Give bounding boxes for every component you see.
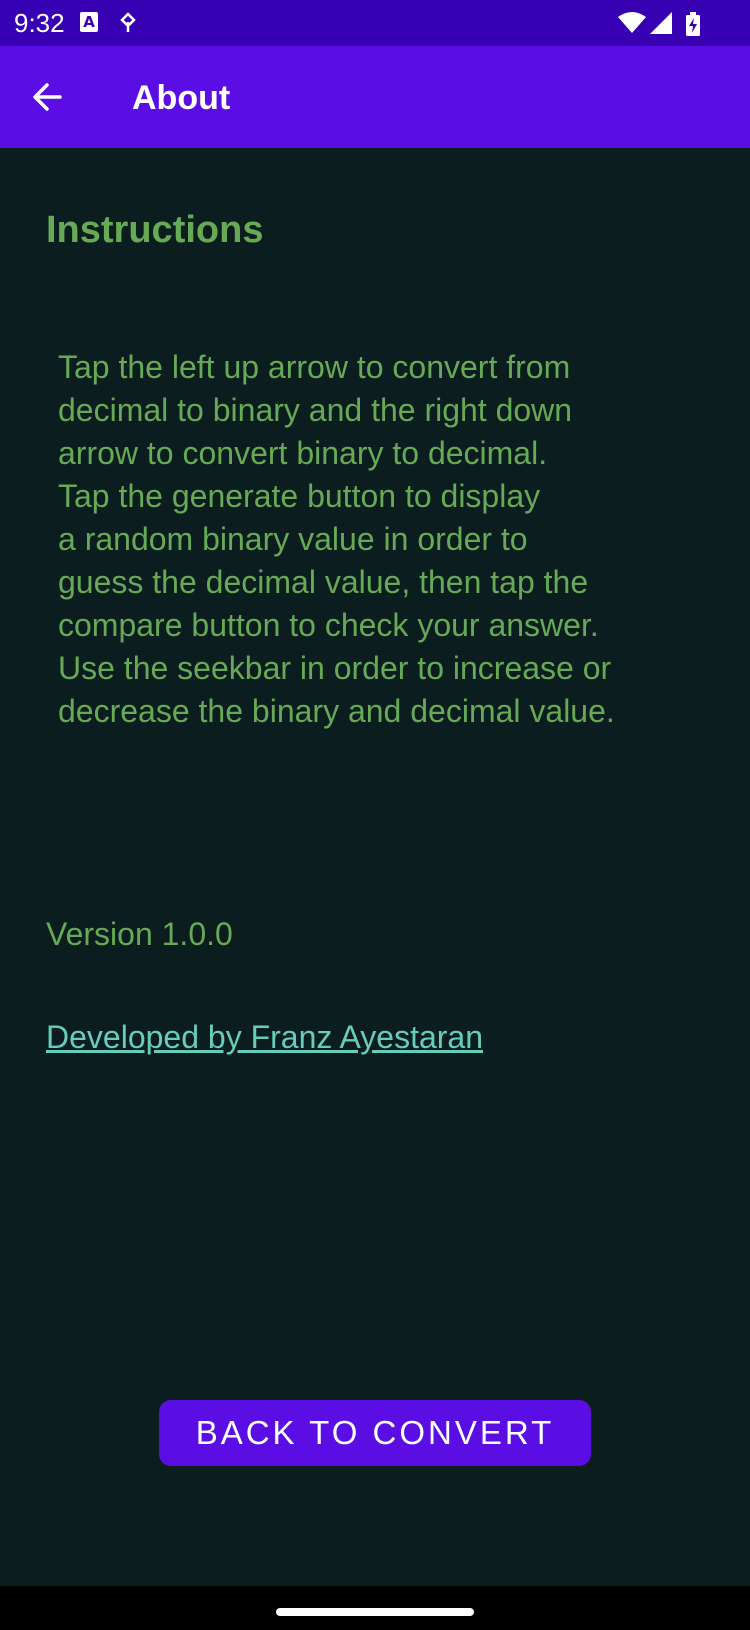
battery-charging-icon: [686, 12, 700, 36]
instructions-text: Tap the left up arrow to convert from de…: [58, 349, 615, 729]
app-bar: About: [0, 46, 750, 148]
navigation-bar: [0, 1586, 750, 1630]
back-to-convert-button[interactable]: BACK TO CONVERT: [159, 1400, 591, 1466]
page-title: About: [132, 79, 231, 117]
instructions-heading: Instructions: [46, 209, 264, 251]
wifi-icon: [618, 12, 646, 34]
developer-link[interactable]: Developed by Franz Ayestaran: [46, 1018, 483, 1056]
version-label: Version 1.0.0: [46, 916, 233, 952]
a-app-icon: A: [80, 12, 98, 32]
status-bar: 9:32 A: [0, 0, 750, 46]
home-gesture-handle[interactable]: [276, 1608, 474, 1616]
cell-signal-icon: [650, 12, 672, 34]
arrow-left-icon[interactable]: [30, 79, 66, 115]
vpn-key-icon: [118, 12, 138, 34]
status-time: 9:32: [14, 8, 65, 38]
